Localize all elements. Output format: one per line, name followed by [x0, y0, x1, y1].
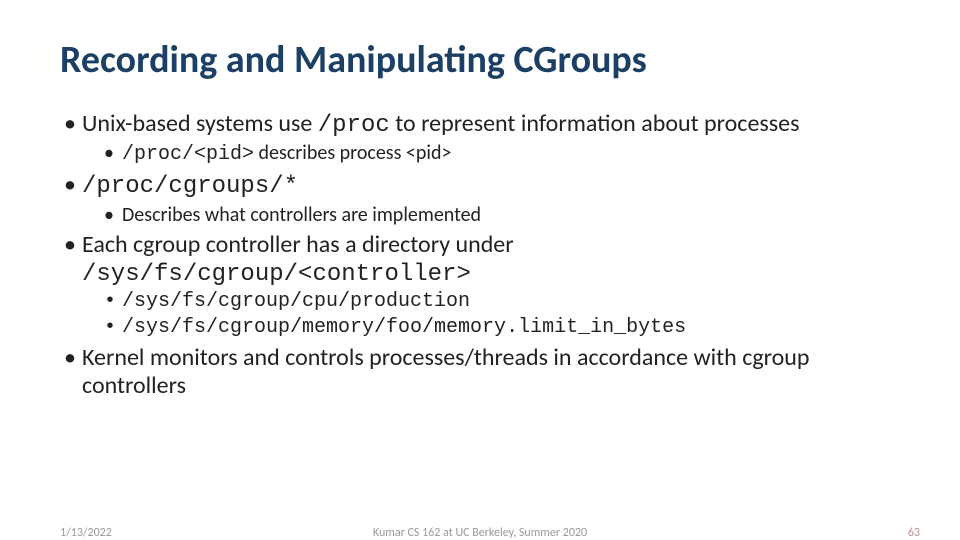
bullet-2-sub: Describes what controllers are implement…	[82, 203, 900, 227]
footer-page: 63	[908, 526, 920, 540]
bullet-3-text: Each cgroup controller has a directory u…	[82, 230, 514, 259]
slide: Recording and Manipulating CGroups Unix-…	[0, 0, 960, 540]
bullet-1-post: to represent information about processes	[390, 109, 800, 138]
bullet-1: Unix-based systems use /proc to represen…	[60, 110, 900, 168]
bullet-3-code: /sys/fs/cgroup/<controller>	[82, 261, 471, 288]
bullet-1-sub: /proc/<pid> describes process <pid>	[82, 141, 900, 167]
bullet-3-sub1: /sys/fs/cgroup/cpu/production	[82, 290, 900, 314]
bullet-1-code: /proc	[318, 112, 390, 139]
bullet-1-sub-code: /proc/<pid>	[122, 143, 254, 166]
bullet-3-sub2: /sys/fs/cgroup/memory/foo/memory.limit_i…	[82, 316, 900, 340]
bullet-2-code: /proc/cgroups/*	[82, 173, 298, 200]
bullet-3-sublist: /sys/fs/cgroup/cpu/production /sys/fs/cg…	[82, 290, 900, 340]
bullet-3: Each cgroup controller has a directory u…	[60, 231, 900, 340]
bullet-4: Kernel monitors and controls processes/t…	[60, 344, 900, 399]
bullet-list: Unix-based systems use /proc to represen…	[60, 110, 900, 400]
bullet-1-sub-post: describes process <pid>	[254, 141, 451, 165]
slide-title: Recording and Manipulating CGroups	[60, 40, 900, 82]
footer-center: Kumar CS 162 at UC Berkeley, Summer 2020	[0, 526, 960, 540]
bullet-1-sublist: /proc/<pid> describes process <pid>	[82, 141, 900, 167]
bullet-2-sublist: Describes what controllers are implement…	[82, 203, 900, 227]
bullet-1-pre: Unix-based systems use	[82, 109, 318, 138]
bullet-2: /proc/cgroups/* Describes what controlle…	[60, 171, 900, 227]
